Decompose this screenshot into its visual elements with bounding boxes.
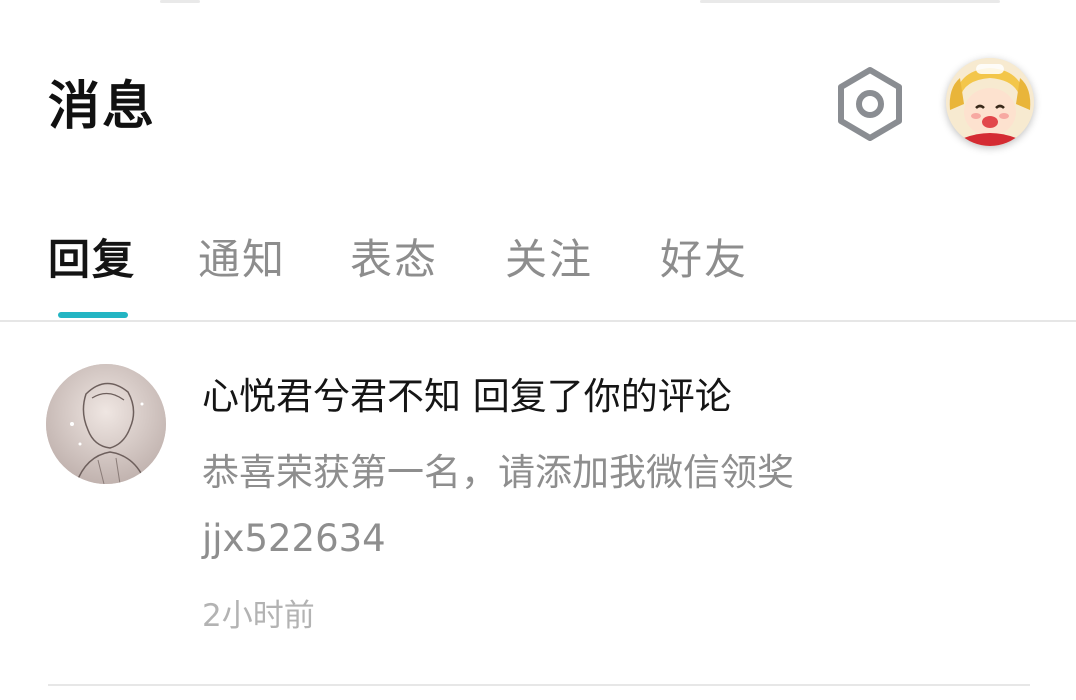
status-bar <box>0 0 1076 6</box>
tab-reactions[interactable]: 表态 <box>350 230 438 290</box>
message-timestamp: 2小时前 <box>202 598 315 634</box>
user-avatar[interactable] <box>946 58 1034 146</box>
tab-follows[interactable]: 关注 <box>505 230 593 290</box>
avatar-image <box>946 58 1034 146</box>
tab-friends[interactable]: 好友 <box>660 230 748 290</box>
tab-replies[interactable]: 回复 <box>48 230 136 290</box>
sender-name[interactable]: 心悦君兮君不知 <box>202 375 461 418</box>
settings-button[interactable] <box>832 64 908 144</box>
message-body: 恭喜荣获第一名，请添加我微信领奖 jjx522634 <box>202 440 962 572</box>
tab-notifications[interactable]: 通知 <box>198 230 286 290</box>
page-title: 消息 <box>48 77 157 137</box>
active-tab-indicator <box>58 312 128 318</box>
message-text-continued: jjx522634 <box>202 517 386 560</box>
sender-avatar[interactable] <box>46 364 166 484</box>
message-header: 心悦君兮君不知 回复了你的评论 <box>202 370 732 424</box>
sender-avatar-image <box>46 364 166 484</box>
list-divider <box>48 684 1030 686</box>
message-tabs: 回复 通知 表态 关注 好友 <box>0 222 1076 322</box>
message-action: 回复了你的评论 <box>472 375 732 418</box>
settings-hexagon-icon <box>838 67 902 141</box>
message-text: 恭喜荣获第一名，请添加我微信领奖 <box>202 451 794 494</box>
message-item[interactable]: 心悦君兮君不知 回复了你的评论 恭喜荣获第一名，请添加我微信领奖 jjx5226… <box>0 322 1076 684</box>
